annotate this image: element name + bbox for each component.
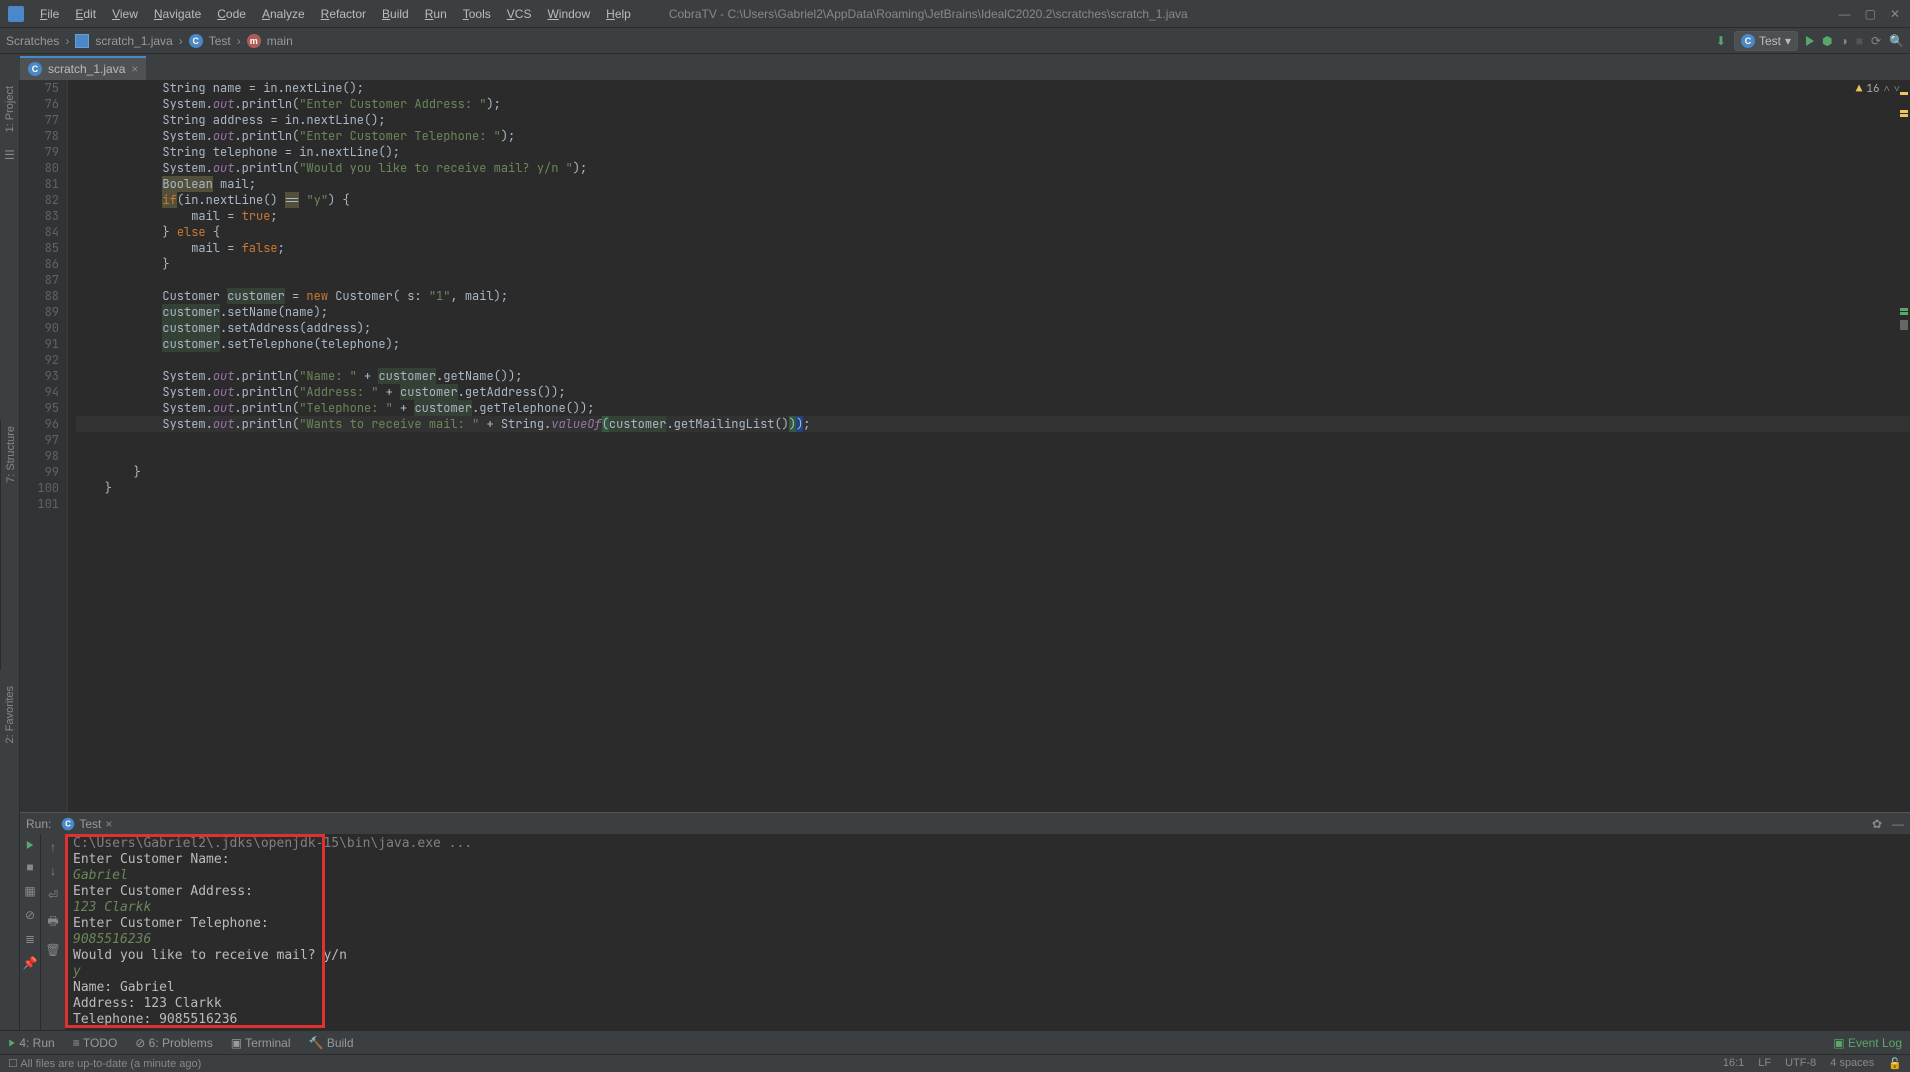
class-icon: C bbox=[28, 62, 42, 76]
breadcrumb-item[interactable]: Test bbox=[209, 34, 231, 48]
warning-icon: ▲ bbox=[1856, 82, 1863, 96]
class-icon: C bbox=[62, 817, 75, 830]
file-encoding[interactable]: UTF-8 bbox=[1785, 1057, 1816, 1070]
close-tab-icon[interactable]: × bbox=[105, 817, 112, 831]
lock-icon[interactable]: 🔓 bbox=[1888, 1057, 1902, 1070]
sidebar-item-project[interactable]: 1: Project bbox=[4, 86, 16, 132]
run-icon[interactable] bbox=[1806, 36, 1814, 46]
minimize-icon[interactable]: — bbox=[1839, 7, 1851, 21]
tool-event-log[interactable]: ▣ Event Log bbox=[1833, 1036, 1902, 1050]
menu-run[interactable]: Run bbox=[417, 7, 455, 21]
layout-icon[interactable]: ▦ bbox=[24, 884, 35, 898]
tool-todo[interactable]: ≡ TODO bbox=[73, 1036, 118, 1050]
console-output[interactable]: C:\Users\Gabriel2\.jdks\openjdk-15\bin\j… bbox=[65, 834, 1910, 1030]
debug-icon[interactable]: ⊘ bbox=[25, 908, 35, 922]
menu-tools[interactable]: Tools bbox=[455, 7, 499, 21]
menu-window[interactable]: Window bbox=[539, 7, 598, 21]
status-bar: ☐ All files are up-to-date (a minute ago… bbox=[0, 1054, 1910, 1072]
run-toolbar-left: ■ ▦ ⊘ ≣ 📌 bbox=[20, 834, 40, 1030]
maximize-icon[interactable]: ▢ bbox=[1865, 7, 1876, 21]
sidebar-item-structure[interactable]: 7: Structure bbox=[5, 426, 17, 483]
inspection-widget[interactable]: ▲ 16 ˄ ˅ bbox=[1856, 82, 1900, 96]
status-message: ☐ All files are up-to-date (a minute ago… bbox=[8, 1057, 201, 1070]
warning-count: 16 bbox=[1866, 82, 1879, 96]
debug-icon[interactable]: ⬢ bbox=[1822, 34, 1832, 48]
line-separator[interactable]: LF bbox=[1758, 1057, 1771, 1070]
run-tab-label[interactable]: Test bbox=[79, 817, 101, 831]
coverage-icon[interactable]: ◑ bbox=[1840, 34, 1847, 48]
rerun-icon[interactable] bbox=[27, 841, 33, 849]
pin-icon[interactable]: 📌 bbox=[23, 956, 38, 970]
window-title: CobraTV - C:\Users\Gabriel2\AppData\Roam… bbox=[669, 7, 1839, 21]
print-icon[interactable]: 🖶 bbox=[47, 912, 58, 933]
code-area[interactable]: String name = in.nextLine(); System.out.… bbox=[68, 80, 1910, 812]
bookmark-icon[interactable]: ☰ bbox=[4, 148, 15, 162]
menu-analyze[interactable]: Analyze bbox=[254, 7, 313, 21]
tool-build[interactable]: 🔨 Build bbox=[309, 1036, 354, 1050]
run-panel-header: Run: C Test × ✿ — bbox=[20, 813, 1910, 834]
settings-icon[interactable]: ✿ bbox=[1872, 817, 1882, 831]
breadcrumb-item[interactable]: Scratches bbox=[6, 34, 59, 48]
error-stripe[interactable] bbox=[1898, 80, 1910, 812]
stop-icon[interactable]: ■ bbox=[1856, 34, 1863, 48]
stop-icon[interactable]: ■ bbox=[26, 860, 33, 874]
menu-code[interactable]: Code bbox=[209, 7, 254, 21]
tool-terminal[interactable]: ▣ Terminal bbox=[231, 1036, 291, 1050]
line-gutter: 7576777879808182838485868788899091929394… bbox=[20, 80, 68, 812]
caret-position[interactable]: 16:1 bbox=[1723, 1057, 1744, 1070]
run-panel: Run: C Test × ✿ — ■ ▦ ⊘ ≣ 📌 bbox=[20, 812, 1910, 1030]
method-icon: m bbox=[247, 34, 261, 48]
chevron-right-icon: › bbox=[65, 34, 69, 48]
menu-build[interactable]: Build bbox=[374, 7, 417, 21]
bottom-tool-bar: 4: Run ≡ TODO ⊘ 6: Problems ▣ Terminal 🔨… bbox=[0, 1030, 1910, 1054]
nav-row: Scratches › scratch_1.java › C Test › m … bbox=[0, 28, 1910, 54]
breadcrumb-item[interactable]: main bbox=[267, 34, 293, 48]
down-icon[interactable]: ↓ bbox=[50, 864, 56, 878]
menu-vcs[interactable]: VCS bbox=[499, 7, 540, 21]
editor[interactable]: 7576777879808182838485868788899091929394… bbox=[20, 80, 1910, 812]
app-logo-icon bbox=[8, 6, 24, 22]
up-icon[interactable]: ↑ bbox=[50, 840, 56, 854]
build-hammer-icon[interactable]: ⬇ bbox=[1716, 34, 1726, 48]
run-toolbar-2: ↑ ↓ ⏎ 🖶 🗑 bbox=[40, 834, 65, 1030]
java-file-icon bbox=[75, 34, 89, 48]
menu-help[interactable]: Help bbox=[598, 7, 639, 21]
class-icon: C bbox=[1741, 34, 1755, 48]
breadcrumb-item[interactable]: scratch_1.java bbox=[95, 34, 172, 48]
title-bar: FileEditViewNavigateCodeAnalyzeRefactorB… bbox=[0, 0, 1910, 28]
main-menu: FileEditViewNavigateCodeAnalyzeRefactorB… bbox=[32, 7, 639, 21]
wrap-icon[interactable]: ⏎ bbox=[48, 888, 58, 902]
run-config-label: Test bbox=[1759, 34, 1781, 48]
update-icon[interactable]: ⟳ bbox=[1871, 34, 1881, 48]
close-tab-icon[interactable]: × bbox=[131, 62, 138, 76]
menu-navigate[interactable]: Navigate bbox=[146, 7, 209, 21]
tab-label: scratch_1.java bbox=[48, 62, 125, 76]
minimize-panel-icon[interactable]: — bbox=[1892, 817, 1904, 831]
chevron-right-icon: › bbox=[179, 34, 183, 48]
tab-scratch[interactable]: C scratch_1.java × bbox=[20, 56, 146, 80]
sidebar-item-favorites[interactable]: 2: Favorites bbox=[4, 686, 16, 743]
class-icon: C bbox=[189, 34, 203, 48]
tool-run[interactable]: 4: Run bbox=[8, 1036, 55, 1050]
run-panel-label: Run: bbox=[26, 817, 51, 831]
indent-info[interactable]: 4 spaces bbox=[1830, 1057, 1874, 1070]
editor-tabs: C scratch_1.java × bbox=[0, 54, 1910, 80]
menu-view[interactable]: View bbox=[104, 7, 146, 21]
run-config-dropdown[interactable]: C Test ▾ bbox=[1734, 31, 1798, 51]
breadcrumb: Scratches › scratch_1.java › C Test › m … bbox=[6, 34, 293, 48]
trash-icon[interactable]: 🗑 bbox=[45, 943, 60, 957]
search-icon[interactable]: 🔍 bbox=[1889, 34, 1904, 48]
chevron-right-icon: › bbox=[237, 34, 241, 48]
menu-refactor[interactable]: Refactor bbox=[313, 7, 374, 21]
menu-file[interactable]: File bbox=[32, 7, 67, 21]
chevron-up-icon: ˄ bbox=[1884, 82, 1890, 96]
dump-icon[interactable]: ≣ bbox=[25, 932, 35, 946]
tool-problems[interactable]: ⊘ 6: Problems bbox=[135, 1036, 212, 1050]
close-icon[interactable]: ✕ bbox=[1890, 7, 1900, 21]
menu-edit[interactable]: Edit bbox=[67, 7, 104, 21]
chevron-down-icon: ▾ bbox=[1785, 34, 1791, 48]
